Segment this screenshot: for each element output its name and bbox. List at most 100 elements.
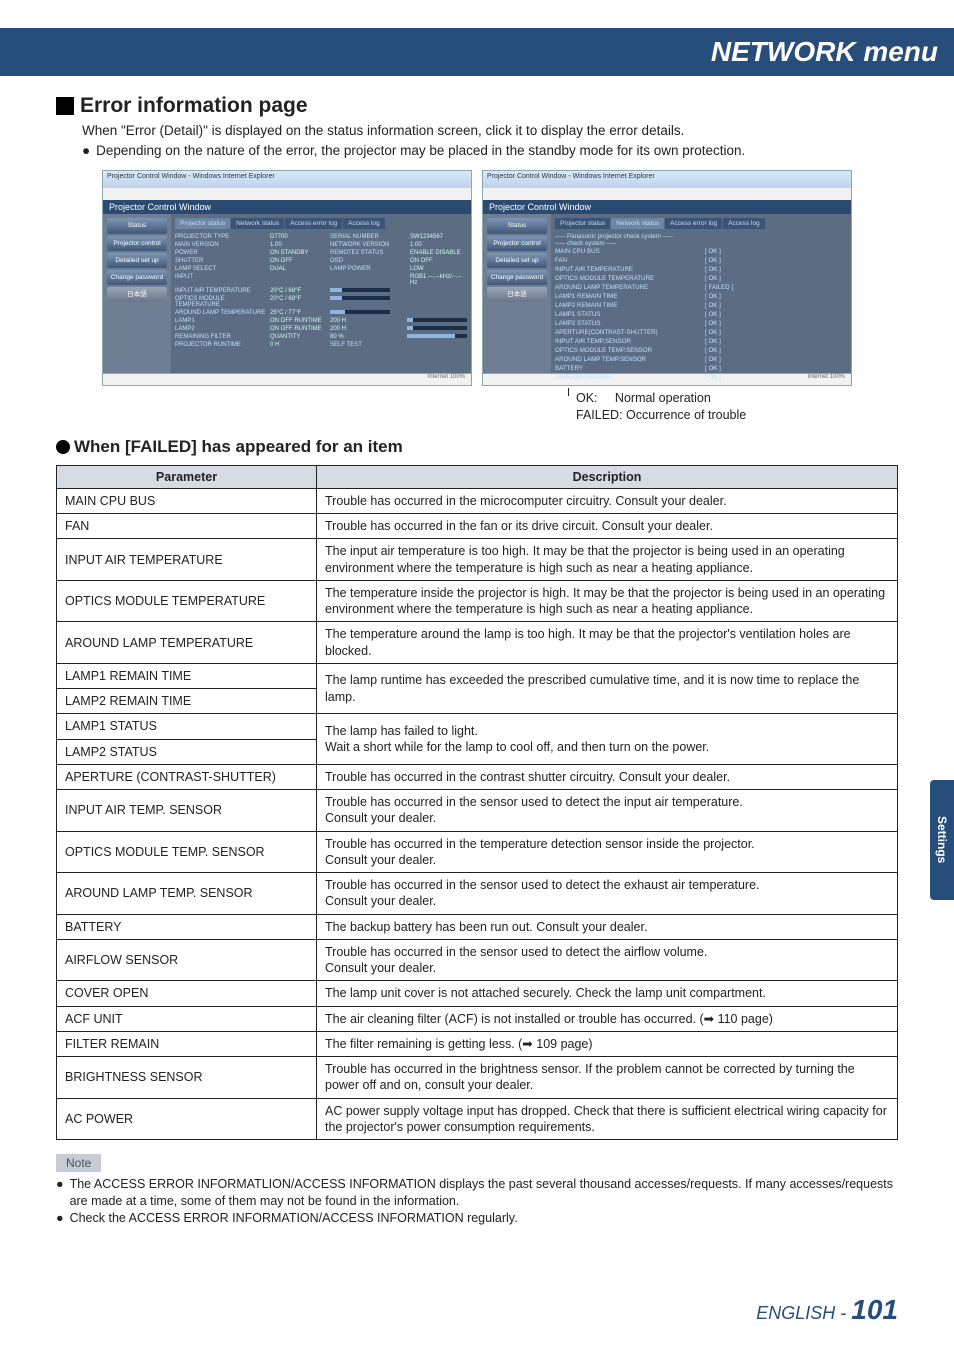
- window-title: Projector Control Window: [482, 200, 852, 214]
- legend-ok-label: OK:: [576, 391, 598, 405]
- cell-parameter: OPTICS MODULE TEMP. SENSOR: [57, 831, 317, 873]
- nav-projector-control[interactable]: Projector control: [107, 236, 167, 251]
- cell-description: The lamp has failed to light. Wait a sho…: [317, 714, 898, 765]
- nav-detailed-setup[interactable]: Detailed set up: [487, 253, 547, 268]
- window-title: Projector Control Window: [102, 200, 472, 214]
- note-label: Note: [56, 1154, 101, 1172]
- cell-description: The lamp unit cover is not attached secu…: [317, 981, 898, 1006]
- nav-status[interactable]: Status: [107, 218, 167, 233]
- cell-parameter: FAN: [57, 514, 317, 539]
- table-row: INPUT AIR TEMP. SENSORTrouble has occurr…: [57, 790, 898, 832]
- check-row: LAMP2 REMAIN TIME[ OK ]: [555, 301, 847, 310]
- note-list: ●The ACCESS ERROR INFORMATLION/ACCESS IN…: [56, 1176, 898, 1227]
- cell-parameter: LAMP1 REMAIN TIME: [57, 663, 317, 688]
- check-row: BATTERY[ OK ]: [555, 364, 847, 373]
- status-row: PROJECTOR TYPED7700SERIAL NUMBERSW123456…: [175, 233, 467, 241]
- tab-network-status[interactable]: Network status: [231, 218, 284, 229]
- cell-parameter: LAMP2 STATUS: [57, 739, 317, 764]
- note-text: Check the ACCESS ERROR INFORMATION/ACCES…: [70, 1210, 518, 1227]
- tab-access-error-log[interactable]: Access error log: [665, 218, 722, 229]
- circle-icon: [56, 440, 70, 454]
- sidebar-nav: Status Projector control Detailed set up…: [483, 214, 551, 373]
- cell-parameter: BATTERY: [57, 914, 317, 939]
- section-heading: Error information page: [56, 94, 898, 118]
- check-row: OPTICS MODULE TEMPERATURE[ OK ]: [555, 274, 847, 283]
- screenshot-check: Projector Control Window - Windows Inter…: [482, 170, 852, 386]
- cell-description: AC power supply voltage input has droppe…: [317, 1098, 898, 1140]
- status-row: INPUTRGB1 ---,--kHz/--.--Hz: [175, 273, 467, 287]
- tab-access-log[interactable]: Access log: [723, 218, 764, 229]
- th-parameter: Parameter: [57, 465, 317, 488]
- cell-parameter: AIRFLOW SENSOR: [57, 939, 317, 981]
- side-tab-settings: Settings: [930, 780, 954, 900]
- browser-footer: Internet 100%: [102, 374, 472, 386]
- check-row: FAN[ OK ]: [555, 256, 847, 265]
- nav-detailed-setup[interactable]: Detailed set up: [107, 253, 167, 268]
- nav-status[interactable]: Status: [487, 218, 547, 233]
- intro-bullet: ● Depending on the nature of the error, …: [82, 142, 898, 160]
- browser-titlebar: Projector Control Window - Windows Inter…: [102, 170, 472, 188]
- table-row: AC POWERAC power supply voltage input ha…: [57, 1098, 898, 1140]
- browser-titlebar: Projector Control Window - Windows Inter…: [482, 170, 852, 188]
- cell-description: Trouble has occurred in the fan or its d…: [317, 514, 898, 539]
- table-row: BATTERYThe backup battery has been run o…: [57, 914, 898, 939]
- status-grid: PROJECTOR TYPED7700SERIAL NUMBERSW123456…: [175, 233, 467, 349]
- failed-items-table: Parameter Description MAIN CPU BUSTroubl…: [56, 465, 898, 1140]
- status-row: SHUTTERON OFFOSDON OFF: [175, 257, 467, 265]
- browser-toolbar: [102, 188, 472, 200]
- tab-row: Projector status Network status Access e…: [175, 218, 467, 229]
- status-row: PROJECTOR RUNTIME0 HSELF TEST: [175, 341, 467, 349]
- status-row: INPUT AIR TEMPERATURE20°C / 68°F: [175, 287, 467, 295]
- cell-parameter: MAIN CPU BUS: [57, 488, 317, 513]
- nav-change-password[interactable]: Change password: [107, 270, 167, 285]
- tab-row: Projector status Network status Access e…: [555, 218, 847, 229]
- table-row: OPTICS MODULE TEMP. SENSORTrouble has oc…: [57, 831, 898, 873]
- sidebar-nav: Status Projector control Detailed set up…: [103, 214, 171, 373]
- status-row: REMAINING FILTERQUANTITY80 %: [175, 333, 467, 341]
- table-row: ACF UNITThe air cleaning filter (ACF) is…: [57, 1006, 898, 1031]
- legend: OK: Normal operation FAILED: Occurrence …: [576, 388, 898, 423]
- status-row: MAIN VERSION1.00NETWORK VERSION1.00: [175, 241, 467, 249]
- check-list: ----- Panasonic projector check system -…: [555, 233, 847, 382]
- cell-parameter: INPUT AIR TEMPERATURE: [57, 539, 317, 581]
- nav-change-password[interactable]: Change password: [487, 270, 547, 285]
- table-row: AROUND LAMP TEMPERATUREThe temperature a…: [57, 622, 898, 664]
- bullet-icon: ●: [56, 1210, 64, 1227]
- cell-parameter: AC POWER: [57, 1098, 317, 1140]
- check-row: OPTICS MODULE TEMP.SENSOR[ OK ]: [555, 346, 847, 355]
- check-row: MAIN CPU BUS[ OK ]: [555, 247, 847, 256]
- nav-projector-control[interactable]: Projector control: [487, 236, 547, 251]
- legend-failed-text: Occurrence of trouble: [626, 408, 746, 422]
- browser-toolbar: [482, 188, 852, 200]
- status-row: AROUND LAMP TEMPERATURE25°C / 77°F: [175, 309, 467, 317]
- tab-network-status[interactable]: Network status: [611, 218, 664, 229]
- cell-parameter: BRIGHTNESS SENSOR: [57, 1057, 317, 1099]
- table-row: LAMP1 STATUSThe lamp has failed to light…: [57, 714, 898, 739]
- cell-description: The temperature inside the projector is …: [317, 580, 898, 622]
- cell-description: Trouble has occurred in the temperature …: [317, 831, 898, 873]
- tab-projector-status[interactable]: Projector status: [555, 218, 610, 229]
- note-item: ●The ACCESS ERROR INFORMATLION/ACCESS IN…: [56, 1176, 898, 1210]
- check-row: LAMP1 STATUS[ OK ]: [555, 310, 847, 319]
- tab-projector-status[interactable]: Projector status: [175, 218, 230, 229]
- cell-description: The filter remaining is getting less. (➡…: [317, 1031, 898, 1056]
- cell-description: The temperature around the lamp is too h…: [317, 622, 898, 664]
- check-row: INPUT AIR TEMPERATURE[ OK ]: [555, 265, 847, 274]
- page-header: NETWORK menu: [0, 28, 954, 76]
- bullet-icon: ●: [56, 1176, 64, 1210]
- page-footer: ENGLISH - 101: [756, 1294, 898, 1326]
- cell-parameter: AROUND LAMP TEMP. SENSOR: [57, 873, 317, 915]
- cell-description: The air cleaning filter (ACF) is not ins…: [317, 1006, 898, 1031]
- tab-access-error-log[interactable]: Access error log: [285, 218, 342, 229]
- nav-japanese[interactable]: 日本語: [107, 287, 167, 302]
- tab-access-log[interactable]: Access log: [343, 218, 384, 229]
- cell-description: Trouble has occurred in the sensor used …: [317, 939, 898, 981]
- footer-lang: ENGLISH: [756, 1303, 835, 1323]
- intro-bullet-text: Depending on the nature of the error, th…: [96, 142, 745, 160]
- check-row: LAMP2 STATUS[ OK ]: [555, 319, 847, 328]
- nav-japanese[interactable]: 日本語: [487, 287, 547, 302]
- cell-description: Trouble has occurred in the sensor used …: [317, 873, 898, 915]
- status-row: POWERON STANDBYREMOTE2 STATUSENABLE DISA…: [175, 249, 467, 257]
- table-heading: When [FAILED] has appeared for an item: [56, 437, 898, 457]
- cell-description: The lamp runtime has exceeded the prescr…: [317, 663, 898, 714]
